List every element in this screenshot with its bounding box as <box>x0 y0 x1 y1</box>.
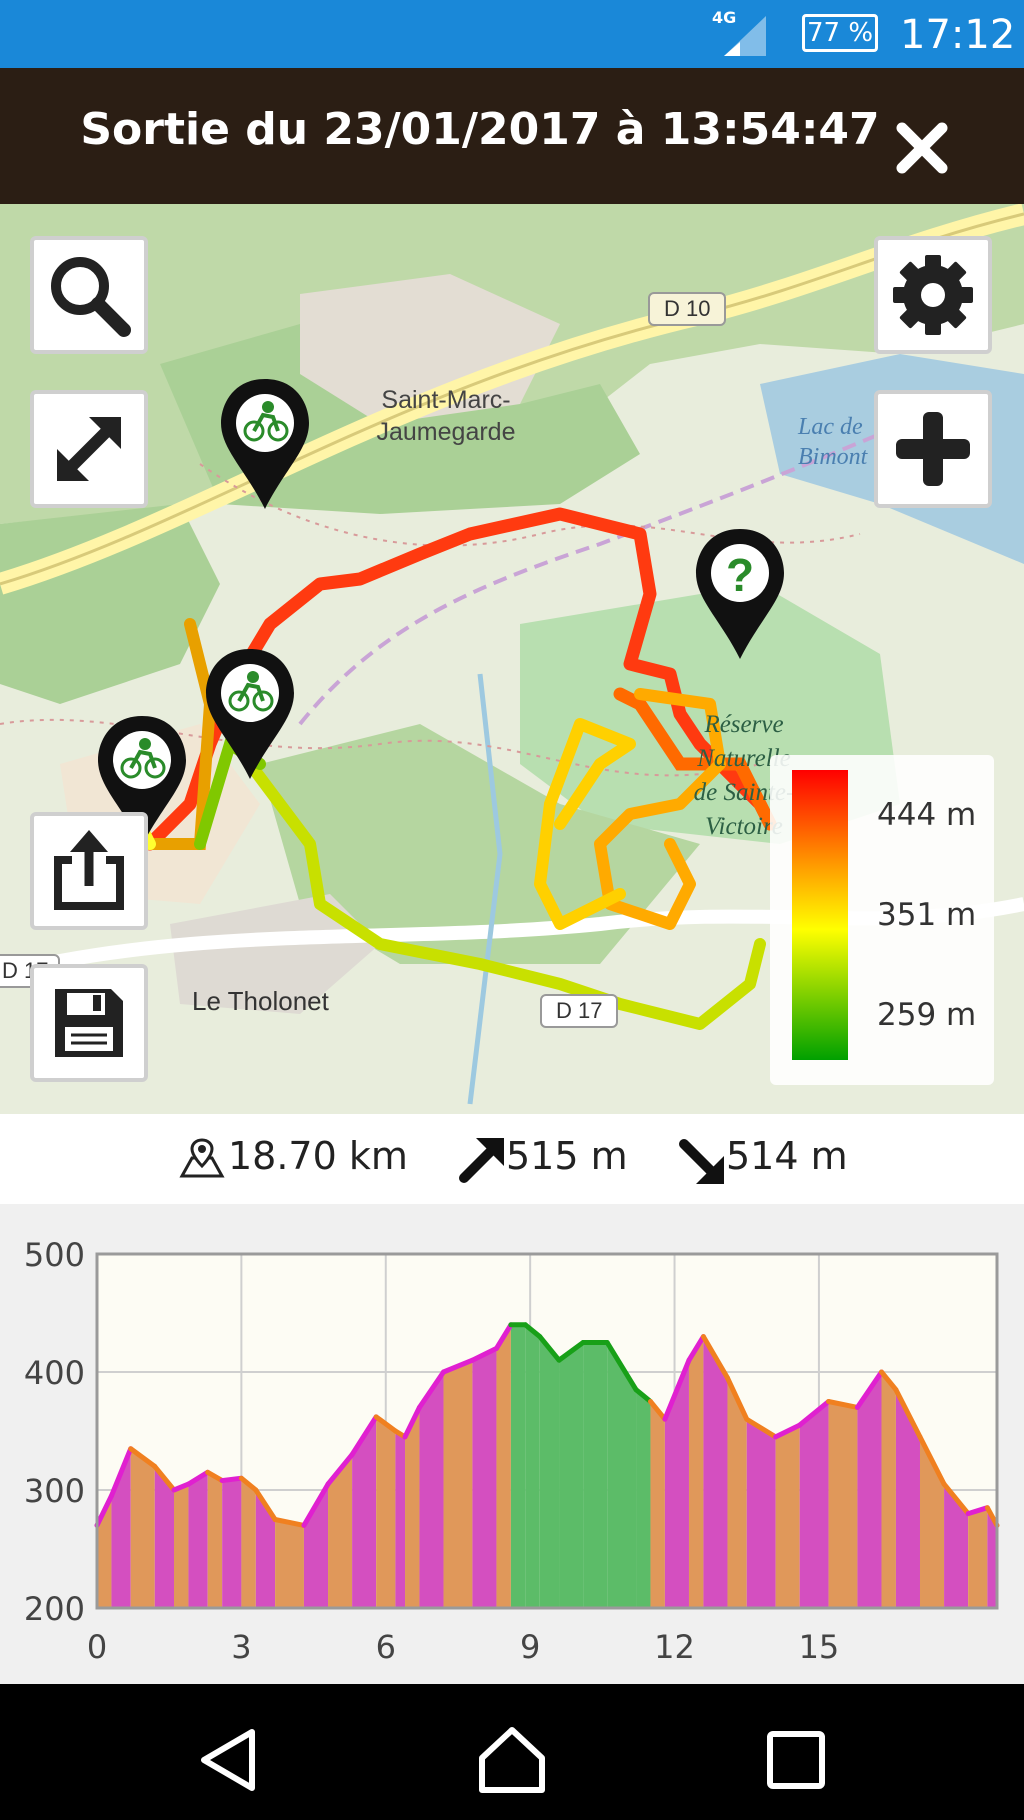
ascent-icon <box>459 1138 504 1183</box>
gear-icon <box>893 255 973 335</box>
share-icon <box>54 830 124 910</box>
save-button[interactable] <box>30 964 148 1082</box>
chart-area-segment <box>222 1478 242 1608</box>
descent-icon <box>679 1139 724 1184</box>
chart-area-segment <box>559 1342 584 1608</box>
chart-area-segment <box>746 1419 776 1608</box>
status-bar: 4G 77 % 17:12 <box>0 0 1024 68</box>
descent-value: 514 m <box>726 1134 848 1178</box>
elevation-chart[interactable]: 500 400 300 200 0 3 6 9 12 15 <box>0 1204 1024 1684</box>
chart-area-segment <box>174 1484 189 1608</box>
chart-area-segment <box>510 1324 526 1608</box>
chart-area-segment <box>968 1507 988 1608</box>
chart-area-segment <box>443 1360 473 1608</box>
zoom-in-button[interactable] <box>874 390 992 508</box>
chart-area-segment <box>130 1448 155 1608</box>
chart-area-segment <box>703 1336 728 1608</box>
expand-icon <box>57 417 121 481</box>
chart-area-segment <box>496 1324 511 1608</box>
chart-area-segment <box>583 1342 608 1608</box>
page-title: Sortie du 23/01/2017 à 13:54:47 <box>80 104 880 155</box>
chart-line-segment <box>219 1475 244 1484</box>
battery-indicator: 77 % <box>802 14 878 52</box>
distance-icon <box>179 1138 225 1178</box>
ascent-value: 515 m <box>506 1134 628 1178</box>
map-label-road-d10: D 10 <box>648 292 727 326</box>
chart-x-tick-label: 6 <box>376 1628 396 1666</box>
legend-max: 444 m <box>877 797 977 833</box>
map-label-town-tholonet: Le Tholonet <box>192 986 329 1016</box>
legend-min: 259 m <box>877 997 977 1033</box>
chart-area-segment <box>207 1472 223 1608</box>
map-label-road-d17: D 17 <box>540 994 619 1028</box>
chart-y-tick-label: 500 <box>24 1236 85 1274</box>
chart-area-segment <box>539 1336 560 1608</box>
settings-button[interactable] <box>874 236 992 354</box>
chart-x-tick-label: 3 <box>231 1628 251 1666</box>
save-icon <box>55 989 123 1057</box>
search-icon <box>51 257 131 337</box>
chart-area-segment <box>241 1478 256 1608</box>
map-label-lake: Lac de Bimont <box>798 414 868 470</box>
distance-value: 18.70 km <box>228 1134 408 1178</box>
close-icon <box>896 122 948 174</box>
map-label-town: Saint-Marc-Jaumegarde <box>376 386 516 446</box>
legend-gradient <box>792 770 848 1060</box>
elevation-legend: 444 m 351 m 259 m <box>770 755 994 1085</box>
chart-area-segment <box>828 1401 858 1608</box>
search-button[interactable] <box>30 236 148 354</box>
chart-area-segment <box>636 1389 651 1608</box>
chart-area-segment <box>188 1472 208 1608</box>
recents-button[interactable] <box>756 1720 836 1800</box>
chart-x-tick-label: 9 <box>520 1628 540 1666</box>
chart-area-segment <box>472 1348 497 1608</box>
system-nav-bar <box>0 1684 1024 1820</box>
chart-area-segment <box>650 1401 665 1608</box>
chart-x-tick-label: 12 <box>654 1628 695 1666</box>
clock: 17:12 <box>900 12 1016 58</box>
legend-mid: 351 m <box>877 897 977 933</box>
signal-icon <box>724 16 766 56</box>
elevation-chart-svg: 500 400 300 200 0 3 6 9 12 15 <box>24 1236 1000 1666</box>
home-button[interactable] <box>472 1720 552 1800</box>
chart-area-segment <box>376 1416 396 1608</box>
close-button[interactable] <box>896 112 948 184</box>
chart-area-segment <box>525 1324 540 1608</box>
stats-bar: 18.70 km 515 m 514 m <box>0 1114 1024 1204</box>
chart-area-segment <box>688 1336 704 1608</box>
plus-icon <box>896 412 970 486</box>
chart-area-segment <box>775 1425 800 1608</box>
share-button[interactable] <box>30 812 148 930</box>
chart-area-segment <box>275 1519 304 1608</box>
chart-area-segment <box>881 1372 896 1608</box>
chart-y-tick-label: 300 <box>24 1472 85 1510</box>
chart-area-segment <box>419 1372 444 1608</box>
chart-area-segment <box>395 1431 406 1608</box>
svg-text:?: ? <box>726 549 754 601</box>
chart-area-segment <box>857 1372 882 1608</box>
header: Sortie du 23/01/2017 à 13:54:47 <box>0 68 1024 204</box>
map-view[interactable]: ? Saint-Marc-Jaumegarde D 10 Lac de Bimo… <box>0 204 1024 1114</box>
back-button[interactable] <box>190 1720 270 1800</box>
chart-y-ticks: 500 400 300 200 <box>24 1236 85 1628</box>
chart-x-tick-label: 0 <box>87 1628 107 1666</box>
chart-area-segment <box>799 1401 829 1608</box>
chart-x-ticks: 0 3 6 9 12 15 <box>87 1628 839 1666</box>
chart-y-tick-label: 200 <box>24 1590 85 1628</box>
chart-x-tick-label: 15 <box>799 1628 840 1666</box>
expand-button[interactable] <box>30 390 148 508</box>
chart-y-tick-label: 400 <box>24 1354 85 1392</box>
